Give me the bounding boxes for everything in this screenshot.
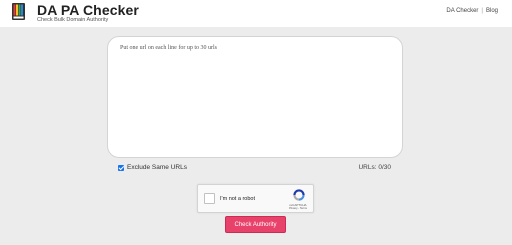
recaptcha-widget: I'm not a robot reCAPTCHA Privacy - Term… [197, 184, 314, 213]
exclude-checkbox[interactable] [118, 164, 124, 171]
url-counter: URLs: 0/30 [358, 164, 391, 171]
nav-item-da-checker[interactable]: DA Checker [446, 8, 478, 14]
check-authority-button[interactable]: Check Authority [225, 216, 286, 233]
site-header: DA PA Checker Check Bulk Domain Authorit… [0, 0, 512, 27]
nav-separator: | [481, 8, 483, 14]
book-stack-logo-icon[interactable] [12, 3, 25, 20]
captcha-label: I'm not a robot [220, 196, 255, 202]
captcha-checkbox[interactable] [204, 193, 215, 204]
captcha-links[interactable]: Privacy - Terms [282, 207, 314, 210]
recaptcha-icon [293, 189, 305, 201]
url-input[interactable] [107, 36, 403, 158]
nav-item-blog[interactable]: Blog [486, 8, 498, 14]
site-title[interactable]: DA PA Checker [37, 2, 139, 18]
exclude-label: Exclude Same URLs [127, 164, 187, 171]
site-subtitle: Check Bulk Domain Authority [37, 17, 109, 23]
exclude-same-urls-option[interactable]: Exclude Same URLs [118, 164, 187, 171]
top-nav: DA Checker | Blog [446, 8, 498, 14]
